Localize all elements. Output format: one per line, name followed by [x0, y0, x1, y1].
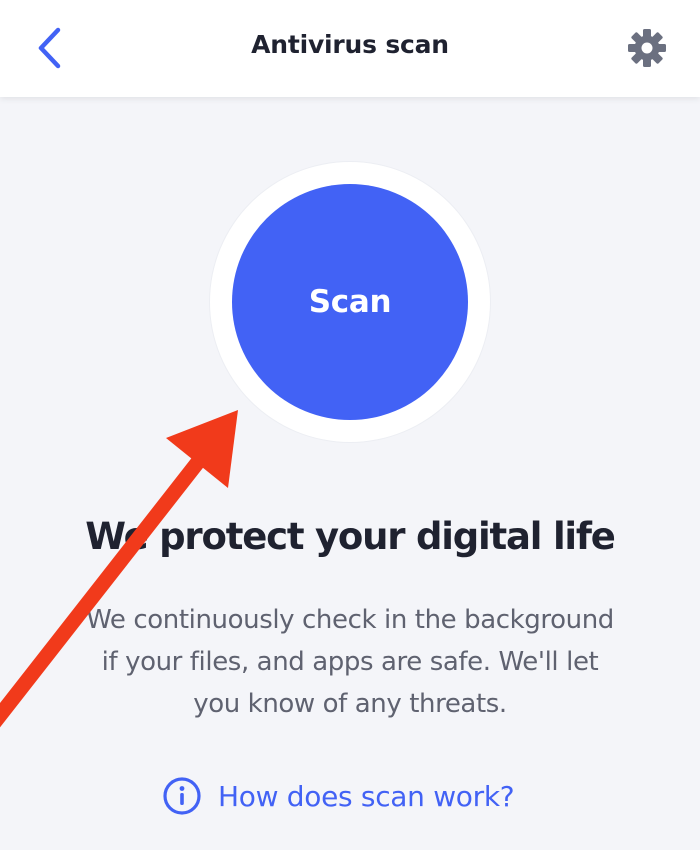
scan-button-label: Scan [308, 284, 392, 320]
app-header: Antivirus scan [0, 0, 700, 97]
description-line: you know of any threats. [193, 689, 507, 719]
description-line: We continuously check in the background [86, 605, 614, 635]
scan-button[interactable]: Scan [232, 184, 468, 420]
how-scan-works-label: How does scan work? [218, 779, 515, 813]
headline: We protect your digital life [85, 515, 616, 558]
info-icon [163, 777, 201, 815]
page-title: Antivirus scan [251, 30, 449, 59]
settings-button[interactable] [626, 27, 668, 69]
gear-icon [628, 29, 666, 67]
description-line: if your files, and apps are safe. We'll … [101, 647, 599, 677]
description: We continuously check in the background … [40, 599, 660, 725]
how-scan-works-link[interactable]: How does scan work? [162, 774, 515, 818]
annotation-arrow-head [166, 410, 238, 488]
